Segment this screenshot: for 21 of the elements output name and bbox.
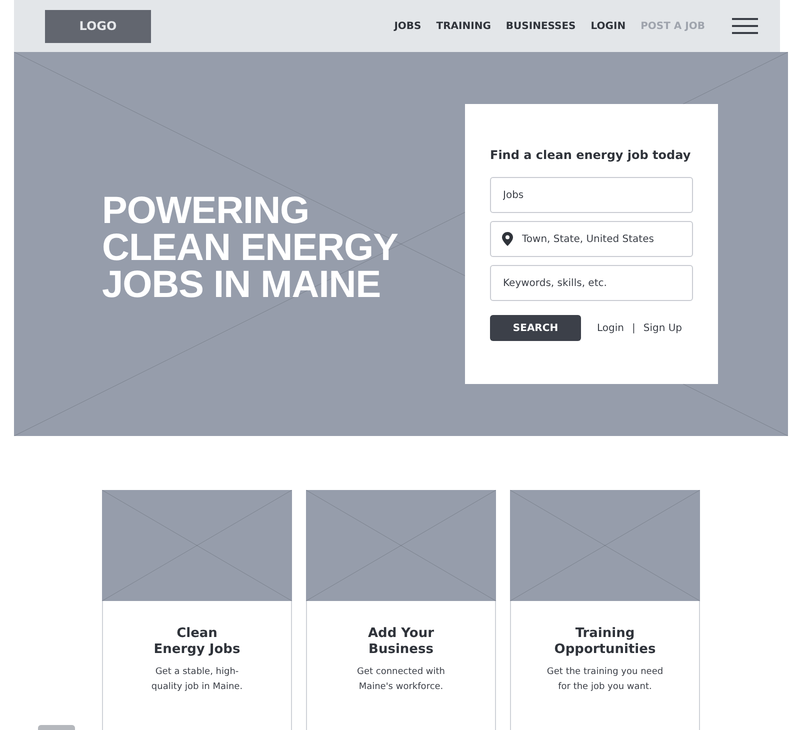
input-field[interactable]: Town, State, United States — [490, 221, 693, 257]
card-text: Get a stable, high- quality job in Maine. — [150, 666, 244, 694]
input-field[interactable]: Keywords, skills, etc. — [490, 265, 693, 301]
card-text: Get connected with Maine's workforce. — [356, 666, 446, 694]
signup-link[interactable]: Sign Up — [643, 322, 682, 334]
search-card-title: Find a clean energy job today — [490, 148, 692, 162]
card-title: Clean Energy Jobs — [152, 626, 242, 658]
search-button[interactable]: SEARCH — [490, 315, 581, 341]
card-title: Training Opportunities — [553, 626, 657, 658]
login-link[interactable]: Login — [597, 322, 624, 334]
nav-link[interactable]: JOBS — [394, 20, 422, 32]
card-text: Get the training you need for the job you want. — [546, 666, 664, 694]
nav-link[interactable]: LOGIN — [590, 20, 626, 32]
logo[interactable]: LOGO — [45, 10, 151, 42]
hero-headline: POWERING CLEAN ENERGY JOBS IN MAINE — [102, 188, 399, 304]
nav-link[interactable]: BUSINESSES — [506, 20, 576, 32]
location-pin-icon — [502, 232, 513, 246]
card-title: Add Your Business — [366, 626, 435, 658]
menu-icon[interactable] — [732, 18, 758, 34]
nav-link[interactable]: TRAINING — [436, 20, 491, 32]
separator: | — [632, 322, 636, 334]
